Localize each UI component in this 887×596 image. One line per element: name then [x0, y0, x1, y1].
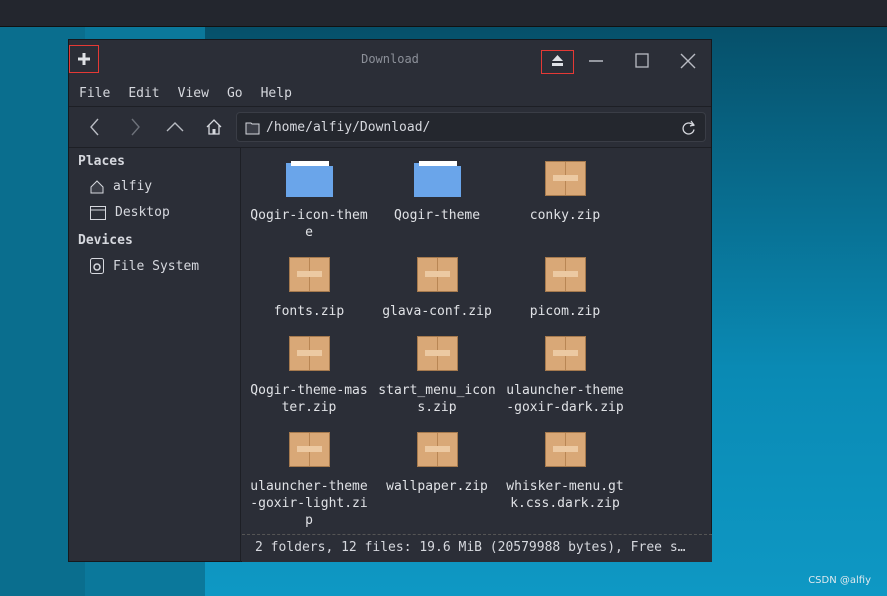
file-name: whisker-menu.gtk.css.dark.zip — [506, 479, 624, 511]
menu-view[interactable]: View — [178, 86, 209, 101]
title-bar[interactable]: Download — [69, 40, 711, 80]
file-item[interactable]: glava-conf.zip — [373, 256, 501, 335]
file-grid: Qogir-icon-theme Qogir-theme conky.zip font… — [242, 148, 712, 534]
location-path: /home/alfiy/Download/ — [266, 120, 431, 135]
menu-bar: File Edit View Go Help — [69, 80, 711, 107]
zip-archive-icon — [285, 431, 333, 471]
sidebar-item-file-system[interactable]: File System — [90, 258, 199, 274]
chevron-up-icon — [166, 122, 184, 132]
back-button[interactable] — [81, 115, 109, 139]
home-button[interactable] — [200, 115, 228, 139]
zip-archive-icon — [285, 335, 333, 375]
zip-archive-icon — [541, 431, 589, 471]
desktop-icon — [90, 205, 106, 220]
file-item[interactable]: whisker-menu.gtk.css.dark.zip — [501, 431, 629, 534]
file-item[interactable]: Qogir-theme-master.zip — [245, 335, 373, 431]
folder-icon — [285, 160, 333, 200]
file-name: glava-conf.zip — [382, 304, 492, 319]
maximize-icon[interactable] — [632, 52, 652, 70]
sidebar-item-label: alfiy — [113, 179, 153, 194]
devices-header: Devices — [78, 233, 133, 248]
forward-button[interactable] — [121, 115, 149, 139]
file-name: fonts.zip — [273, 304, 345, 319]
sidebar-item-desktop[interactable]: Desktop — [90, 205, 170, 220]
sidebar: Places alfiy Desktop Devices File System — [69, 148, 241, 562]
zip-archive-icon — [413, 256, 461, 296]
sidebar-item-alfiy[interactable]: alfiy — [90, 179, 152, 194]
file-name: wallpaper.zip — [386, 479, 488, 494]
file-item[interactable]: fonts.zip — [245, 256, 373, 335]
drive-icon — [90, 258, 104, 274]
home-icon — [90, 179, 104, 193]
sidebar-item-label: Desktop — [115, 205, 170, 220]
menu-file[interactable]: File — [79, 86, 110, 101]
file-item[interactable]: ulauncher-theme-goxir-light.zip — [245, 431, 373, 534]
file-name: picom.zip — [529, 304, 601, 319]
folder-icon — [245, 122, 260, 135]
file-name: Qogir-theme-master.zip — [250, 383, 368, 415]
status-bar: 2 folders, 12 files: 19.6 MiB (20579988 … — [242, 534, 712, 562]
home-icon — [206, 119, 222, 135]
file-name: Qogir-icon-theme — [250, 208, 368, 240]
up-button[interactable] — [161, 115, 189, 139]
minimize-icon[interactable] — [586, 52, 606, 70]
toolbar: /home/alfiy/Download/ — [69, 107, 711, 148]
folder-item[interactable]: Qogir-theme — [373, 160, 501, 256]
file-item[interactable]: conky.zip — [501, 160, 629, 256]
menu-edit[interactable]: Edit — [128, 86, 159, 101]
file-name: Qogir-theme — [393, 208, 481, 223]
file-name: ulauncher-theme-goxir-light.zip — [250, 479, 368, 528]
desktop-top-panel — [0, 0, 887, 27]
zip-archive-icon — [541, 335, 589, 375]
sidebar-item-label: File System — [113, 258, 200, 274]
file-item[interactable]: picom.zip — [501, 256, 629, 335]
eject-icon — [552, 55, 563, 66]
file-name: ulauncher-theme-goxir-dark.zip — [506, 383, 624, 415]
zip-archive-icon — [413, 335, 461, 375]
zip-archive-icon — [285, 256, 333, 296]
zip-archive-icon — [541, 256, 589, 296]
zip-archive-icon — [541, 160, 589, 200]
zip-archive-icon — [413, 431, 461, 471]
file-name: start_menu_icons.zip — [378, 383, 496, 415]
close-icon[interactable] — [678, 51, 698, 71]
menu-go[interactable]: Go — [227, 86, 243, 101]
window-title: Download — [361, 52, 419, 66]
watermark: CSDN @alfiy — [808, 575, 871, 586]
places-header: Places — [78, 154, 125, 169]
file-item[interactable]: ulauncher-theme-goxir-dark.zip — [501, 335, 629, 431]
menu-help[interactable]: Help — [261, 86, 292, 101]
reload-icon[interactable] — [681, 120, 697, 136]
chevron-left-icon — [90, 118, 99, 136]
file-item[interactable]: start_menu_icons.zip — [373, 335, 501, 431]
file-manager-window: Download File Edit View Go Help /home/al… — [68, 39, 712, 562]
chevron-right-icon — [131, 118, 140, 136]
location-bar[interactable]: /home/alfiy/Download/ — [236, 112, 706, 142]
file-item[interactable]: wallpaper.zip — [373, 431, 501, 534]
folder-icon — [413, 160, 461, 200]
eject-button[interactable] — [541, 50, 574, 74]
folder-item[interactable]: Qogir-icon-theme — [245, 160, 373, 256]
file-name: conky.zip — [529, 208, 601, 223]
